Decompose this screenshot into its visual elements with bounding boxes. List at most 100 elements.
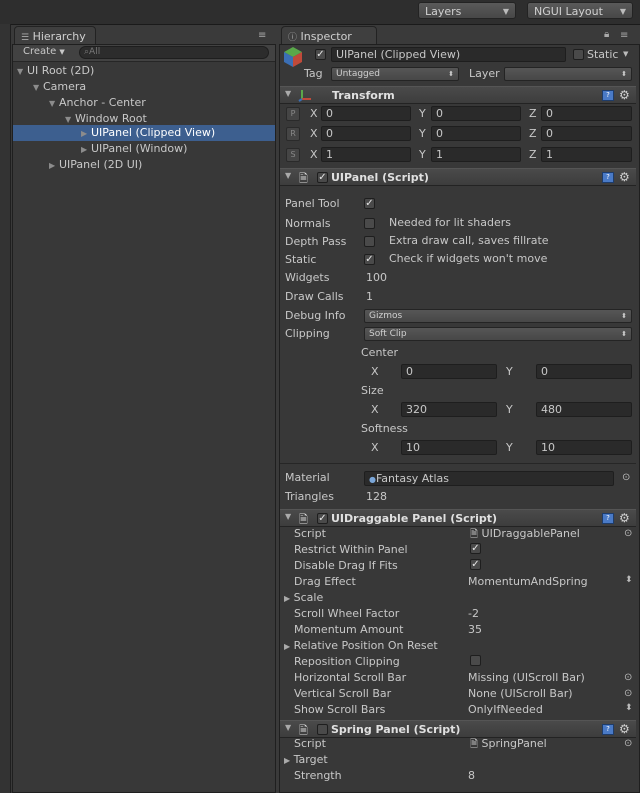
tree-item-clipped-view[interactable]: ▶ UIPanel (Clipped View) xyxy=(13,125,275,141)
help-book-icon[interactable]: ? xyxy=(602,172,614,183)
center-y-field[interactable]: 0 xyxy=(536,364,632,379)
chevron-updown-icon[interactable]: ⬍ xyxy=(625,703,633,713)
rotation-z-field[interactable]: 0 xyxy=(541,126,632,141)
tag-dropdown[interactable]: Untagged ⬍ xyxy=(331,67,459,81)
object-picker-icon[interactable]: ⊙ xyxy=(622,472,630,483)
show-scrollbars-dropdown[interactable]: OnlyIfNeeded xyxy=(468,703,543,716)
material-field[interactable]: ●Fantasy Atlas xyxy=(364,471,614,486)
object-picker-icon[interactable]: ⊙ xyxy=(624,738,632,749)
size-y-field[interactable]: 480 xyxy=(536,402,632,417)
search-input[interactable]: ⌕All xyxy=(79,46,269,59)
position-y-field[interactable]: 0 xyxy=(431,106,521,121)
gear-icon[interactable]: ⚙ xyxy=(619,511,630,525)
position-z-field[interactable]: 0 xyxy=(541,106,632,121)
static-note: Check if widgets won't move xyxy=(389,252,548,265)
scale-y-field[interactable]: 1 xyxy=(431,147,521,162)
chevron-updown-icon: ⬍ xyxy=(621,312,627,320)
object-name-field[interactable]: UIPanel (Clipped View) xyxy=(331,47,566,62)
rotation-y-field[interactable]: 0 xyxy=(431,126,521,141)
lock-icon[interactable]: 🔒︎ xyxy=(604,29,609,40)
create-button[interactable]: Create ▼ xyxy=(23,46,65,57)
help-book-icon[interactable]: ? xyxy=(602,513,614,524)
widgets-value: 100 xyxy=(366,271,387,284)
object-picker-icon[interactable]: ⊙ xyxy=(624,688,632,699)
object-picker-icon[interactable]: ⊙ xyxy=(624,672,632,683)
triangles-value: 128 xyxy=(366,490,387,503)
scale-reset-button[interactable]: S xyxy=(286,148,300,162)
layout-dropdown[interactable]: NGUI Layout ▼ xyxy=(527,2,633,19)
debug-info-dropdown[interactable]: Gizmos ⬍ xyxy=(364,309,632,323)
disable-drag-checkbox[interactable]: ✓ xyxy=(470,559,481,570)
depth-pass-checkbox[interactable] xyxy=(364,236,375,247)
position-x-field[interactable]: 0 xyxy=(321,106,411,121)
gameobject-cube-icon xyxy=(283,46,303,68)
center-x-label: X xyxy=(371,365,379,378)
draggable-title: UIDraggable Panel (Script) xyxy=(331,512,498,525)
gear-icon[interactable]: ⚙ xyxy=(619,88,630,102)
script-value[interactable]: 🗎 UIDraggablePanel xyxy=(470,527,580,544)
panel-tool-checkbox[interactable]: ✓ xyxy=(364,198,375,209)
restrict-checkbox[interactable]: ✓ xyxy=(470,543,481,554)
softness-y-field[interactable]: 10 xyxy=(536,440,632,455)
scale-foldout[interactable]: ▶ Scale xyxy=(284,591,323,604)
normals-checkbox[interactable] xyxy=(364,218,375,229)
relative-position-foldout[interactable]: ▶ Relative Position On Reset xyxy=(284,639,438,652)
spring-enabled-checkbox[interactable] xyxy=(317,724,328,735)
static-checkbox[interactable] xyxy=(573,49,584,60)
tree-item-window[interactable]: ▶ UIPanel (Window) xyxy=(81,141,187,157)
create-label: Create xyxy=(23,46,57,57)
strength-value[interactable]: 8 xyxy=(468,769,475,782)
help-book-icon[interactable]: ? xyxy=(602,90,614,101)
tree-item-camera[interactable]: ▼ Camera xyxy=(33,79,86,95)
help-book-icon[interactable]: ? xyxy=(602,724,614,735)
draggable-enabled-checkbox[interactable]: ✓ xyxy=(317,513,328,524)
position-reset-button[interactable]: P xyxy=(286,107,300,121)
tab-inspector-label: Inspector xyxy=(300,30,352,43)
drag-effect-dropdown[interactable]: MomentumAndSpring xyxy=(468,575,588,588)
object-picker-icon[interactable]: ⊙ xyxy=(624,528,632,539)
spring-panel-header[interactable]: ▼ 🗎 Spring Panel (Script) ? ⚙ xyxy=(280,720,636,738)
horizontal-bar-field[interactable]: Missing (UIScroll Bar) xyxy=(468,671,585,684)
uipanel-enabled-checkbox[interactable]: ✓ xyxy=(317,172,328,183)
panel-menu-icon[interactable]: ≡ xyxy=(258,30,266,41)
static-panel-checkbox[interactable]: ✓ xyxy=(364,254,375,265)
rotation-x-field[interactable]: 0 xyxy=(321,126,411,141)
draggable-panel-header[interactable]: ▼ 🗎 ✓ UIDraggable Panel (Script) ? ⚙ xyxy=(280,509,636,527)
transform-header[interactable]: ▼ Transform ? ⚙ xyxy=(280,86,636,104)
size-x-field[interactable]: 320 xyxy=(401,402,497,417)
softness-x-field[interactable]: 10 xyxy=(401,440,497,455)
tree-item-ui-root[interactable]: ▼ UI Root (2D) xyxy=(17,63,94,79)
center-x-field[interactable]: 0 xyxy=(401,364,497,379)
scroll-wheel-value[interactable]: -2 xyxy=(468,607,479,620)
script-value-label: UIDraggablePanel xyxy=(481,527,580,540)
gear-icon[interactable]: ⚙ xyxy=(619,170,630,184)
gear-icon[interactable]: ⚙ xyxy=(619,722,630,736)
chevron-updown-icon[interactable]: ⬍ xyxy=(625,575,633,585)
active-checkbox[interactable]: ✓ xyxy=(315,49,326,60)
momentum-value[interactable]: 35 xyxy=(468,623,482,636)
script-file-icon: 🗎 xyxy=(470,739,479,750)
target-label: Target xyxy=(293,753,328,766)
scroll-wheel-label: Scroll Wheel Factor xyxy=(294,607,400,620)
layer-dropdown[interactable]: ⬍ xyxy=(504,67,632,81)
target-foldout[interactable]: ▶ Target xyxy=(284,753,328,766)
panel-menu-icon[interactable]: ≡ xyxy=(620,30,628,41)
clipping-dropdown[interactable]: Soft Clip ⬍ xyxy=(364,327,632,341)
chevron-down-icon[interactable]: ▼ xyxy=(623,50,628,58)
tab-inspector[interactable]: ⓘ Inspector xyxy=(281,26,377,46)
axis-z-label: Z xyxy=(529,107,537,120)
horizontal-bar-label: Horizontal Scroll Bar xyxy=(294,671,407,684)
scale-label: Scale xyxy=(293,591,324,604)
tree-item-2d-ui[interactable]: ▶ UIPanel (2D UI) xyxy=(49,157,142,173)
scale-z-field[interactable]: 1 xyxy=(541,147,632,162)
scale-x-field[interactable]: 1 xyxy=(321,147,411,162)
vertical-bar-field[interactable]: None (UIScroll Bar) xyxy=(468,687,573,700)
layers-dropdown[interactable]: Layers ▼ xyxy=(418,2,516,19)
uipanel-header[interactable]: ▼ 🗎 ✓ UIPanel (Script) ? ⚙ xyxy=(280,168,636,186)
layers-label: Layers xyxy=(425,5,462,18)
rotation-reset-button[interactable]: R xyxy=(286,127,300,141)
tree-item-anchor[interactable]: ▼ Anchor - Center xyxy=(49,95,146,111)
reposition-checkbox[interactable] xyxy=(470,655,481,666)
spring-script-value[interactable]: 🗎 SpringPanel xyxy=(470,737,547,754)
tab-hierarchy[interactable]: ☰ Hierarchy xyxy=(14,26,96,46)
